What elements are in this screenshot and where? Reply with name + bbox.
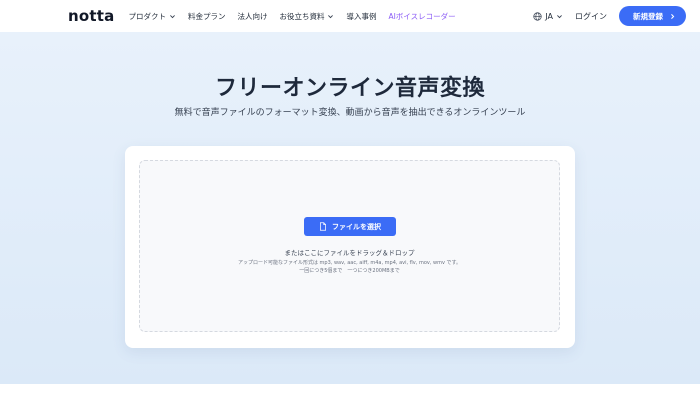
nav-item-cases[interactable]: 導入事例 bbox=[346, 11, 376, 22]
drag-drop-hint: またはここにファイルをドラッグ＆ドロップ bbox=[284, 249, 415, 257]
select-file-label: ファイルを選択 bbox=[332, 222, 381, 231]
hero-section: フリーオンライン音声変換 無料で音声ファイルのフォーマット変換、動画から音声を抽… bbox=[0, 32, 700, 384]
upload-limits: 一回につき5個まで 一つにつき200MBまで bbox=[299, 268, 400, 274]
file-dropzone[interactable]: ファイルを選択 またはここにファイルをドラッグ＆ドロップ アップロード可能なファ… bbox=[139, 160, 560, 332]
nav-item-label: 料金プラン bbox=[187, 11, 226, 21]
nav-item-label: AIボイスレコーダー bbox=[388, 11, 456, 21]
chevron-right-icon bbox=[671, 13, 675, 19]
nav-item-label: お役立ち資料 bbox=[279, 11, 325, 21]
main-nav: プロダクト 料金プラン 法人向け お役立ち資料 導入事例 AIボイスレコーダー bbox=[128, 11, 455, 22]
signup-button[interactable]: 新規登録 bbox=[619, 6, 686, 26]
file-icon bbox=[320, 222, 326, 231]
upload-card: ファイルを選択 またはここにファイルをドラッグ＆ドロップ アップロード可能なファ… bbox=[125, 146, 575, 348]
nav-item-label: プロダクト bbox=[128, 11, 166, 21]
nav-item-resources[interactable]: お役立ち資料 bbox=[279, 11, 334, 22]
supported-formats: アップロード可能なファイル形式は mp3, wav, aac, aiff, m4… bbox=[237, 260, 462, 266]
chevron-down-icon bbox=[557, 14, 562, 18]
language-selector[interactable]: JA bbox=[533, 12, 563, 21]
chevron-down-icon bbox=[328, 14, 334, 18]
nav-item-label: 法人向け bbox=[237, 11, 268, 21]
nav-item-pricing[interactable]: 料金プラン bbox=[188, 11, 226, 22]
page-subtitle: 無料で音声ファイルのフォーマット変換、動画から音声を抽出できるオンラインツール bbox=[174, 108, 526, 118]
page-footer-area bbox=[0, 384, 700, 400]
nav-item-label: 導入事例 bbox=[346, 11, 377, 21]
site-header: notta プロダクト 料金プラン 法人向け お役立ち資料 導入事例 AIボイス… bbox=[0, 0, 700, 32]
nav-item-business[interactable]: 法人向け bbox=[237, 11, 267, 22]
signup-label: 新規登録 bbox=[633, 11, 663, 21]
language-label: JA bbox=[545, 11, 553, 21]
login-link[interactable]: ログイン bbox=[575, 11, 607, 22]
select-file-button[interactable]: ファイルを選択 bbox=[304, 217, 396, 236]
page-title: フリーオンライン音声変換 bbox=[214, 76, 485, 101]
nav-item-product[interactable]: プロダクト bbox=[128, 11, 176, 22]
globe-icon bbox=[533, 11, 542, 21]
chevron-down-icon bbox=[170, 14, 175, 18]
header-actions: JA ログイン 新規登録 bbox=[533, 6, 686, 26]
nav-item-ai-voice-recorder[interactable]: AIボイスレコーダー bbox=[388, 11, 455, 22]
notta-logo[interactable]: notta bbox=[68, 7, 114, 25]
